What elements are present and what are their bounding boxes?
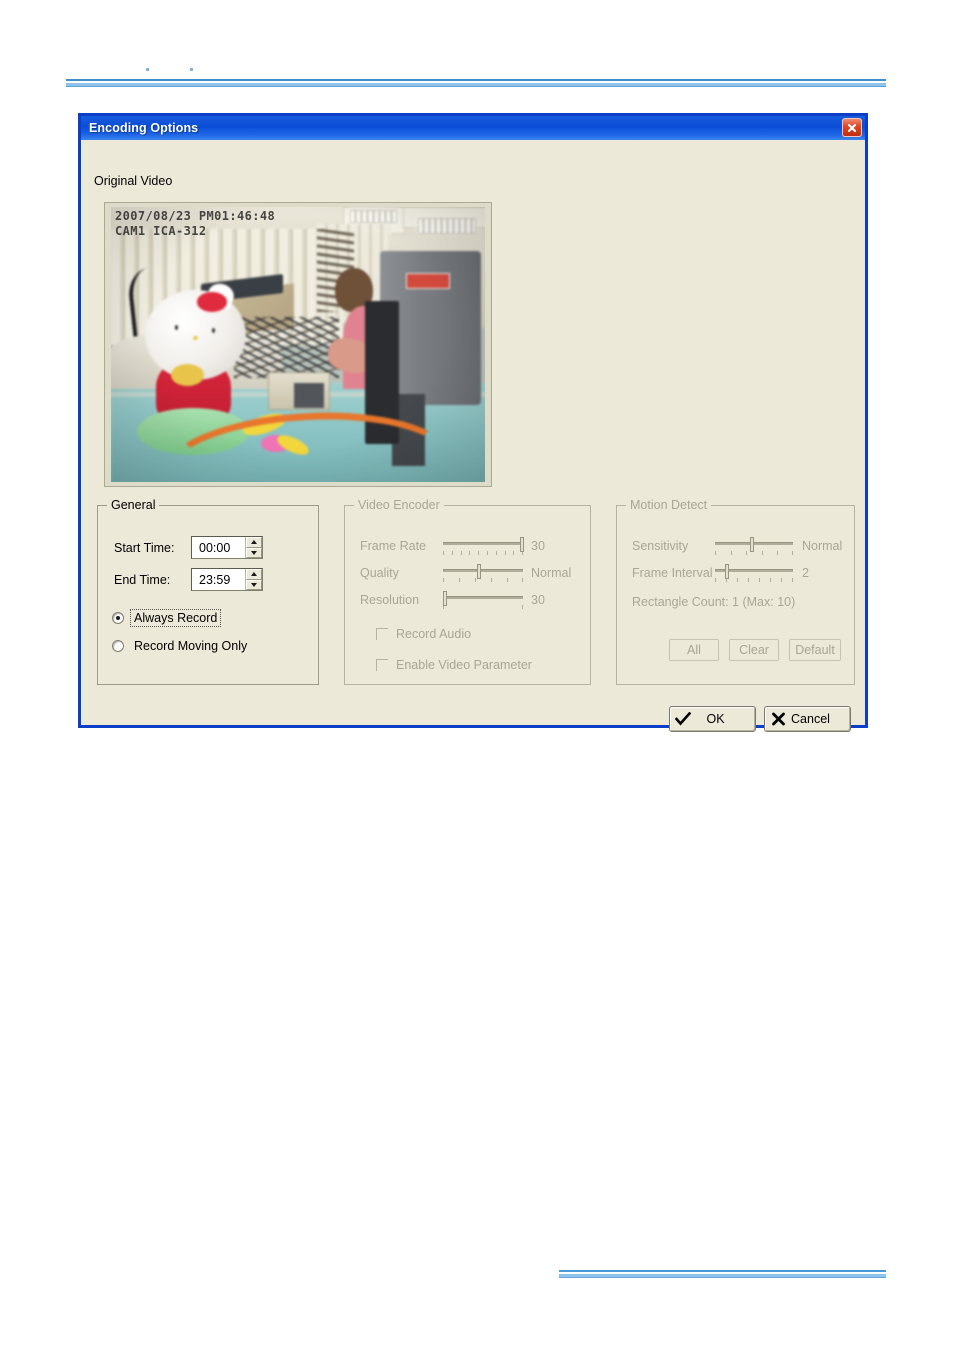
motion-detect-group-title: Motion Detect	[626, 498, 712, 512]
encoding-options-dialog: Encoding Options Original Video 2007/08/…	[78, 113, 868, 732]
frame-interval-slider	[715, 564, 794, 587]
frame-rate-value: 30	[531, 539, 545, 553]
resolution-slider	[443, 591, 524, 614]
quality-value: Normal	[531, 566, 572, 580]
page-header-rule-top	[66, 79, 886, 81]
quality-label: Quality	[360, 566, 399, 580]
video-osd-overlay: 2007/08/23 PM01:46:48 CAM1 ICA-312	[115, 209, 275, 239]
start-time-decrement-icon[interactable]	[246, 547, 262, 558]
start-time-stepper[interactable]: 00:00	[191, 536, 263, 559]
motion-detect-group: Motion Detect Sensitivity Normal Frame I…	[616, 498, 855, 685]
video-preview-frame: 2007/08/23 PM01:46:48 CAM1 ICA-312	[104, 202, 492, 487]
record-audio-label: Record Audio	[396, 627, 472, 641]
resolution-value: 30	[531, 593, 545, 607]
dialog-title: Encoding Options	[89, 121, 199, 135]
resolution-label: Resolution	[360, 593, 420, 607]
x-icon	[765, 712, 791, 726]
original-video-label: Original Video	[94, 174, 173, 188]
frame-interval-label: Frame Interval	[632, 566, 713, 580]
quality-slider	[443, 564, 524, 587]
start-time-arrows	[245, 537, 262, 558]
frame-rate-slider	[443, 537, 524, 560]
dialog-body: Original Video 2007/08/23 PM01:46:48 CAM…	[81, 140, 865, 732]
general-group-title: General	[107, 498, 160, 512]
ok-button[interactable]: OK	[669, 706, 756, 732]
ok-button-label: OK	[706, 712, 725, 726]
sensitivity-slider	[715, 537, 794, 560]
end-time-label: End Time:	[114, 573, 171, 587]
cancel-button[interactable]: Cancel	[764, 706, 851, 732]
start-time-increment-icon[interactable]	[246, 537, 262, 548]
checkbox-unchecked-icon	[376, 659, 388, 671]
radio-always-record[interactable]: Always Record	[112, 609, 222, 627]
page-footer-rule-top	[559, 1270, 886, 1272]
end-time-arrows	[245, 569, 262, 590]
start-time-label: Start Time:	[114, 541, 175, 555]
end-time-stepper[interactable]: 23:59	[191, 568, 263, 591]
radio-record-moving-only[interactable]: Record Moving Only	[112, 638, 250, 654]
close-icon[interactable]	[842, 118, 862, 137]
dialog-titlebar[interactable]: Encoding Options	[81, 116, 865, 140]
radio-always-record-label: Always Record	[129, 609, 222, 627]
radio-record-moving-only-label: Record Moving Only	[134, 639, 248, 653]
rectangle-count-label: Rectangle Count: 1 (Max: 10)	[632, 595, 796, 609]
clear-button[interactable]: Clear	[729, 639, 779, 661]
radio-unselected-icon	[112, 640, 124, 652]
video-preview-image: 2007/08/23 PM01:46:48 CAM1 ICA-312	[111, 207, 485, 482]
checkbox-unchecked-icon	[376, 628, 388, 640]
sensitivity-value: Normal	[802, 539, 843, 553]
osd-timestamp: 2007/08/23 PM01:46:48	[115, 209, 276, 223]
page-header-rule-bottom	[66, 86, 886, 87]
video-encoder-group: Video Encoder Frame Rate 30 Quality Norm…	[344, 498, 591, 685]
start-time-value[interactable]: 00:00	[192, 541, 245, 555]
end-time-increment-icon[interactable]	[246, 569, 262, 580]
enable-video-parameter-label: Enable Video Parameter	[396, 658, 532, 672]
radio-selected-icon	[112, 612, 124, 624]
header-mark-right	[190, 68, 193, 71]
record-audio-checkbox: Record Audio	[368, 627, 471, 641]
enable-video-parameter-checkbox: Enable Video Parameter	[368, 658, 532, 672]
check-icon	[670, 712, 696, 726]
frame-rate-label: Frame Rate	[360, 539, 426, 553]
general-group: General Start Time: 00:00 End Time: 23:5…	[97, 498, 319, 685]
frame-interval-value: 2	[802, 566, 809, 580]
sensitivity-label: Sensitivity	[632, 539, 689, 553]
cancel-button-label: Cancel	[791, 712, 830, 726]
video-encoder-group-title: Video Encoder	[354, 498, 444, 512]
end-time-decrement-icon[interactable]	[246, 579, 262, 590]
default-button[interactable]: Default	[789, 639, 841, 661]
header-mark-left	[146, 68, 149, 71]
all-button[interactable]: All	[669, 639, 719, 661]
page-footer-rule-bottom	[559, 1277, 886, 1278]
end-time-value[interactable]: 23:59	[192, 573, 245, 587]
osd-camera-id: CAM1 ICA-312	[115, 224, 207, 238]
